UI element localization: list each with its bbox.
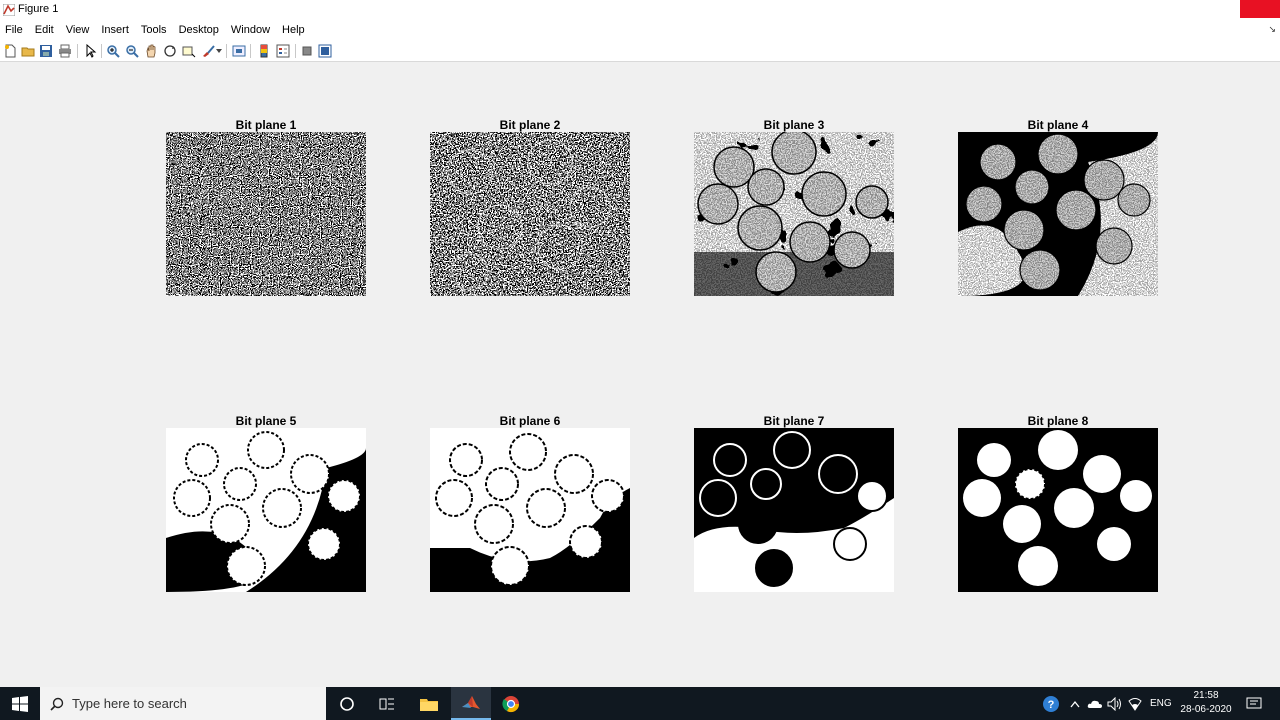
language-indicator[interactable]: ENG (1150, 698, 1172, 709)
search-placeholder: Type here to search (72, 696, 187, 711)
matlab-icon[interactable] (451, 687, 491, 720)
menu-help[interactable]: Help (282, 24, 305, 36)
subplot-title: Bit plane 4 (1027, 118, 1089, 132)
pointer-icon[interactable] (82, 43, 98, 59)
colorbar-icon[interactable] (256, 43, 272, 59)
zoom-out-icon[interactable] (124, 43, 140, 59)
menu-tools[interactable]: Tools (141, 24, 167, 36)
volume-icon[interactable] (1105, 687, 1125, 720)
subplot-title: Bit plane 6 (499, 414, 561, 428)
menu-file[interactable]: File (5, 24, 23, 36)
show-hidden-icons-icon[interactable] (1066, 687, 1084, 720)
subplot-title: Bit plane 3 (763, 118, 825, 132)
bit-plane-image (958, 428, 1158, 592)
menu-insert[interactable]: Insert (101, 24, 129, 36)
menu-desktop[interactable]: Desktop (179, 24, 219, 36)
open-file-icon[interactable] (20, 43, 36, 59)
subplot-bit-plane-1[interactable]: Bit plane 1 (166, 118, 366, 298)
bit-plane-image (694, 132, 894, 296)
bit-plane-image (166, 428, 366, 592)
subplot-title: Bit plane 8 (1027, 414, 1089, 428)
subplot-title: Bit plane 2 (499, 118, 561, 132)
legend-icon[interactable] (275, 43, 291, 59)
subplot-title: Bit plane 1 (235, 118, 297, 132)
title-bar: Figure 1 (0, 0, 1280, 20)
search-box[interactable]: Type here to search (40, 687, 326, 720)
toolbar-separator (295, 44, 296, 58)
subplot-bit-plane-5[interactable]: Bit plane 5 (166, 414, 366, 594)
subplot-bit-plane-3[interactable]: Bit plane 3 (694, 118, 894, 298)
file-explorer-icon[interactable] (409, 687, 449, 720)
taskbar: Type here to search ? ENG 21:58 28-06-20… (0, 687, 1280, 720)
subplot-title: Bit plane 5 (235, 414, 297, 428)
show-plot-tools-icon[interactable] (317, 43, 333, 59)
rotate-3d-icon[interactable] (162, 43, 178, 59)
menu-edit[interactable]: Edit (35, 24, 54, 36)
clock-date: 28-06-2020 (1180, 704, 1232, 715)
toolbar-separator (250, 44, 251, 58)
zoom-in-icon[interactable] (105, 43, 121, 59)
link-plot-icon[interactable] (231, 43, 247, 59)
cortana-icon[interactable] (327, 687, 367, 720)
windows-icon (12, 695, 28, 712)
new-figure-icon[interactable] (2, 43, 18, 59)
data-cursor-icon[interactable] (181, 43, 197, 59)
bit-plane-image (958, 132, 1158, 296)
onedrive-icon[interactable] (1085, 687, 1105, 720)
figure-toolbar (0, 40, 1280, 62)
save-icon[interactable] (38, 43, 54, 59)
close-button[interactable] (1240, 0, 1280, 18)
wifi-icon[interactable] (1125, 687, 1145, 720)
window-title: Figure 1 (18, 3, 59, 15)
notifications-icon[interactable] (1240, 687, 1268, 720)
hide-plot-tools-icon[interactable] (299, 43, 315, 59)
subplot-title: Bit plane 7 (763, 414, 825, 428)
svg-text:?: ? (1048, 699, 1055, 711)
chrome-icon[interactable] (491, 687, 531, 720)
help-icon[interactable]: ? (1036, 687, 1066, 720)
pan-icon[interactable] (143, 43, 159, 59)
subplot-bit-plane-4[interactable]: Bit plane 4 (958, 118, 1158, 298)
menu-view[interactable]: View (66, 24, 90, 36)
subplot-bit-plane-6[interactable]: Bit plane 6 (430, 414, 630, 594)
bit-plane-image (694, 428, 894, 592)
bit-plane-image (430, 428, 630, 592)
bit-plane-image (166, 132, 366, 296)
menu-window[interactable]: Window (231, 24, 270, 36)
dock-figure-icon[interactable]: ↘ (1268, 24, 1276, 35)
matlab-figure-icon (2, 3, 16, 17)
subplot-bit-plane-7[interactable]: Bit plane 7 (694, 414, 894, 594)
toolbar-separator (101, 44, 102, 58)
menu-bar: File Edit View Insert Tools Desktop Wind… (0, 20, 1280, 40)
subplot-bit-plane-8[interactable]: Bit plane 8 (958, 414, 1158, 594)
search-icon (50, 697, 64, 711)
brush-icon[interactable] (200, 43, 216, 59)
clock[interactable]: 21:58 28-06-2020 (1170, 689, 1242, 717)
print-icon[interactable] (57, 43, 73, 59)
task-view-icon[interactable] (367, 687, 407, 720)
bit-plane-image (430, 132, 630, 296)
chevron-down-icon[interactable] (215, 43, 223, 59)
figure-canvas: Bit plane 1 Bit plane 2 Bit plane 3 Bit … (0, 62, 1280, 687)
toolbar-separator (226, 44, 227, 58)
toolbar-separator (77, 44, 78, 58)
subplot-bit-plane-2[interactable]: Bit plane 2 (430, 118, 630, 298)
start-button[interactable] (0, 687, 40, 720)
clock-time: 21:58 (1193, 690, 1219, 701)
